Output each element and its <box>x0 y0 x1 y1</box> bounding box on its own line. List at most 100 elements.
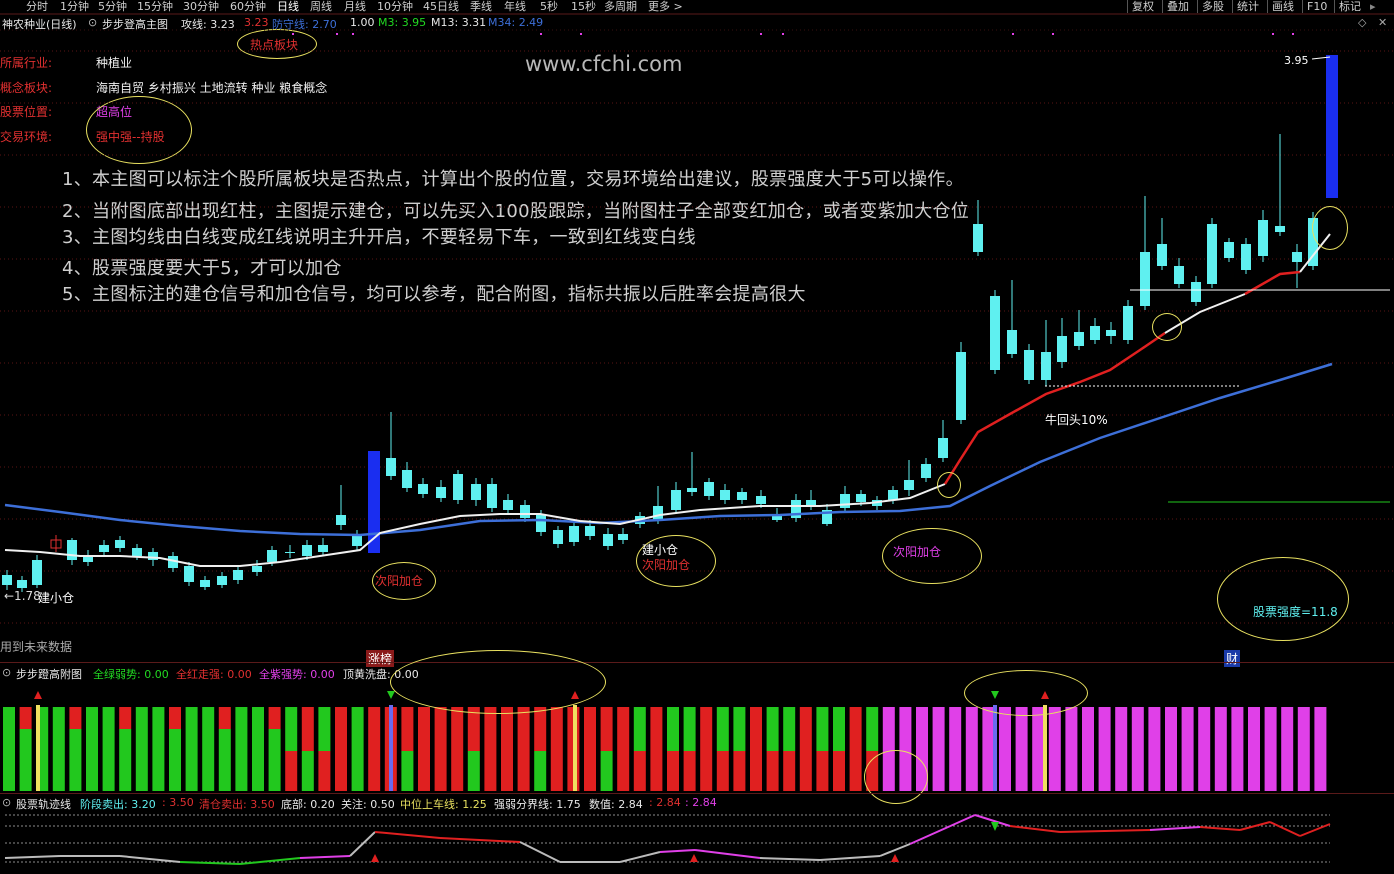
sub1-bar-bottom <box>766 751 779 791</box>
sub1-bar-bottom <box>484 751 497 791</box>
candle-down <box>921 464 931 478</box>
sub1-circle-3 <box>864 750 928 804</box>
sub1-bar-mid <box>783 729 796 751</box>
sub2-stage-sell2: : 3.50 <box>162 796 194 809</box>
sub2-track-line <box>819 855 881 861</box>
sub1-bar-bottom <box>716 751 729 791</box>
sub1-bar-mid <box>318 729 331 751</box>
sub1-bar-top <box>965 707 978 729</box>
sub1-circle-1 <box>390 650 606 714</box>
sub2-track-line <box>239 857 301 865</box>
sub1-bar-bottom <box>799 751 812 791</box>
sub1-bar-top <box>1281 707 1294 729</box>
sub1-bar-top <box>69 707 82 729</box>
sub1-bar-top <box>1314 707 1327 729</box>
candle-down <box>553 530 563 544</box>
sub1-bar-mid <box>633 729 646 751</box>
sub2-value3: : 2.84 <box>685 796 717 809</box>
sub1-bar-bottom <box>833 751 845 791</box>
candle-down <box>840 494 850 508</box>
sub1-bar-top <box>716 707 729 729</box>
sub1-yellow-marker <box>1043 705 1047 791</box>
candle-down <box>1241 244 1251 270</box>
sub1-bar-bottom <box>1281 751 1294 791</box>
sub1-bar-mid <box>368 729 381 751</box>
sub1-bar-top <box>700 707 713 729</box>
candle-down <box>603 534 613 546</box>
sub1-bar-bottom <box>52 751 65 791</box>
sub2-track-line <box>1059 829 1151 833</box>
sub1-bar-top <box>833 707 845 729</box>
sub2-mid-on: 中位上车线: 1.25 <box>400 798 487 811</box>
sub1-bar-bottom <box>1165 751 1177 791</box>
sub1-yellow-marker <box>36 705 40 791</box>
sub1-bar-mid <box>185 729 198 751</box>
sub1-bar-top <box>683 707 696 729</box>
sub1-blue-marker <box>993 705 997 791</box>
sub1-bar-bottom <box>401 751 414 791</box>
sub1-bar-mid <box>235 729 248 751</box>
marker-dot <box>760 33 762 35</box>
sub1-bar-mid <box>1065 729 1078 751</box>
sub1-bar-mid <box>301 729 314 751</box>
candle-down <box>302 545 312 556</box>
sub1-bar-mid <box>1214 729 1227 751</box>
sub1-bar-mid <box>434 729 447 751</box>
sub1-bar-bottom <box>600 751 613 791</box>
candle-down <box>285 552 295 553</box>
sub1-bar-top <box>19 707 32 729</box>
signal-circle-3 <box>1312 206 1348 250</box>
sub1-bar-mid <box>1098 729 1111 751</box>
sub1-bar-mid <box>700 729 713 751</box>
sub1-bar-top <box>418 707 430 729</box>
sub1-bar-mid <box>3 729 15 751</box>
sub1-bar-bottom <box>152 751 165 791</box>
sub1-bar-bottom <box>1181 751 1194 791</box>
candle-down <box>938 438 948 458</box>
sub1-bar-top <box>218 707 231 729</box>
sub1-bar-mid <box>218 729 231 751</box>
candlestick-chart[interactable] <box>0 0 1394 874</box>
sub1-bar-bottom <box>351 751 364 791</box>
sub2-name[interactable]: 股票轨迹线 <box>16 796 71 812</box>
sub1-bar-mid <box>169 729 181 751</box>
sub1-bar-top <box>202 707 215 729</box>
pane-separator-1[interactable] <box>0 662 1394 663</box>
marker-dot <box>1012 33 1014 35</box>
sub1-bar-top <box>152 707 165 729</box>
sub1-bar-top <box>368 707 381 729</box>
candle-down <box>856 494 866 502</box>
candle-down <box>503 500 513 510</box>
sub1-bar-mid <box>1131 729 1144 751</box>
sub1-bar-bottom <box>268 751 281 791</box>
candle-down <box>99 545 109 552</box>
sub2-toggle-icon[interactable]: ⊙ <box>2 796 11 809</box>
pane-separator-2[interactable] <box>0 793 1394 794</box>
marker-dot <box>580 33 582 35</box>
sub1-bar-bottom <box>102 751 115 791</box>
sub1-bar-bottom <box>932 751 945 791</box>
sub1-bar-bottom <box>335 751 347 791</box>
sub1-bar-mid <box>650 729 663 751</box>
candle-down <box>1106 330 1116 336</box>
sub1-bar-bottom <box>1231 751 1244 791</box>
sub1-bar-top <box>135 707 148 729</box>
candle-down <box>1174 266 1184 284</box>
sub1-bar-top <box>766 707 779 729</box>
sub1-bar-top <box>1231 707 1244 729</box>
sub1-toggle-icon[interactable]: ⊙ <box>2 666 11 679</box>
sub1-bar-bottom <box>1098 751 1111 791</box>
sub1-bar-top <box>434 707 447 729</box>
candle-down <box>1224 242 1234 258</box>
sub1-purple-value: 全紫强势: 0.00 <box>259 668 335 681</box>
sub1-bar-bottom <box>1131 751 1144 791</box>
sub1-bar-mid <box>1314 729 1327 751</box>
sub1-bar-bottom <box>1214 751 1227 791</box>
sub1-bar-bottom <box>949 751 962 791</box>
sub1-bar-mid <box>999 729 1011 751</box>
sub1-bar-bottom <box>965 751 978 791</box>
add-position-label-2: 次阳加仓 <box>642 558 691 572</box>
candle-down <box>1041 352 1051 380</box>
sub1-name[interactable]: 步步蹬高附图 <box>16 666 82 682</box>
candle-down <box>200 580 210 587</box>
